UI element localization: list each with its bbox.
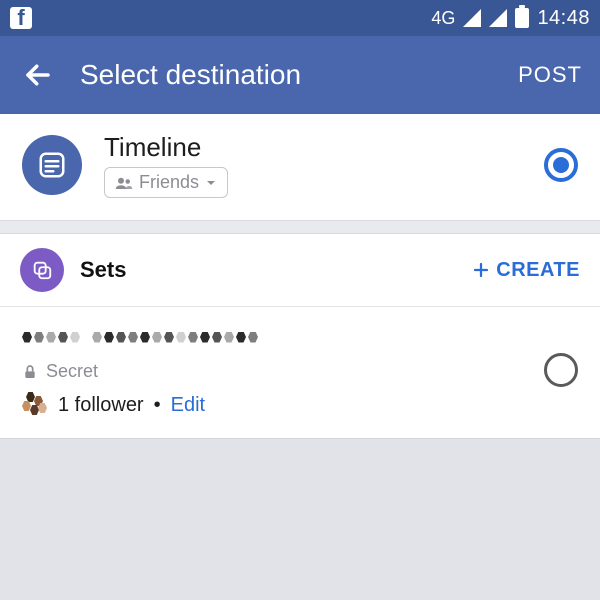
follower-count: 1 follower — [58, 394, 144, 417]
status-bar-left: f — [10, 7, 32, 29]
set-privacy-row: Secret — [22, 361, 526, 382]
timeline-radio[interactable] — [544, 148, 578, 182]
back-button[interactable] — [18, 55, 58, 95]
timeline-text: Timeline Friends — [104, 132, 522, 198]
follower-row: 1 follower • Edit — [22, 392, 526, 418]
status-bar-right: 4G 14:48 — [431, 7, 590, 30]
facebook-logo-icon: f — [10, 7, 32, 29]
set-item-name-redacted — [22, 323, 526, 351]
signal-icon-2 — [489, 9, 507, 27]
friends-icon — [115, 176, 133, 190]
secret-label: Secret — [46, 361, 98, 382]
page-title: Select destination — [80, 59, 518, 91]
app-bar: Select destination POST — [0, 36, 600, 114]
separator: • — [154, 394, 161, 417]
post-button[interactable]: POST — [518, 62, 582, 88]
timeline-icon — [22, 135, 82, 195]
timeline-section: Timeline Friends — [0, 114, 600, 220]
sets-header: Sets CREATE — [0, 234, 600, 307]
sets-title: Sets — [80, 257, 456, 283]
clock: 14:48 — [537, 7, 590, 30]
plus-icon — [472, 261, 490, 279]
timeline-title: Timeline — [104, 132, 522, 163]
create-label: CREATE — [496, 259, 580, 282]
sets-section: Sets CREATE Secret — [0, 234, 600, 438]
battery-icon — [515, 8, 529, 28]
sets-icon — [20, 248, 64, 292]
overlap-circles-icon — [31, 259, 53, 281]
signal-icon — [463, 9, 481, 27]
privacy-label: Friends — [139, 172, 199, 193]
set-item-radio[interactable] — [544, 353, 578, 387]
follower-avatar — [22, 392, 48, 418]
edit-link[interactable]: Edit — [171, 394, 205, 417]
text-lines-icon — [37, 150, 67, 180]
chevron-down-icon — [205, 177, 217, 189]
status-bar: f 4G 14:48 — [0, 0, 600, 36]
lock-icon — [22, 363, 38, 381]
network-label: 4G — [431, 8, 455, 29]
set-list-item[interactable]: Secret 1 follower • Edit — [0, 307, 600, 438]
arrow-left-icon — [23, 60, 53, 90]
destination-timeline[interactable]: Timeline Friends — [0, 114, 600, 220]
empty-area — [0, 438, 600, 600]
privacy-selector[interactable]: Friends — [104, 167, 228, 198]
section-divider — [0, 220, 600, 234]
set-item-content: Secret 1 follower • Edit — [22, 323, 526, 418]
create-set-button[interactable]: CREATE — [472, 259, 580, 282]
